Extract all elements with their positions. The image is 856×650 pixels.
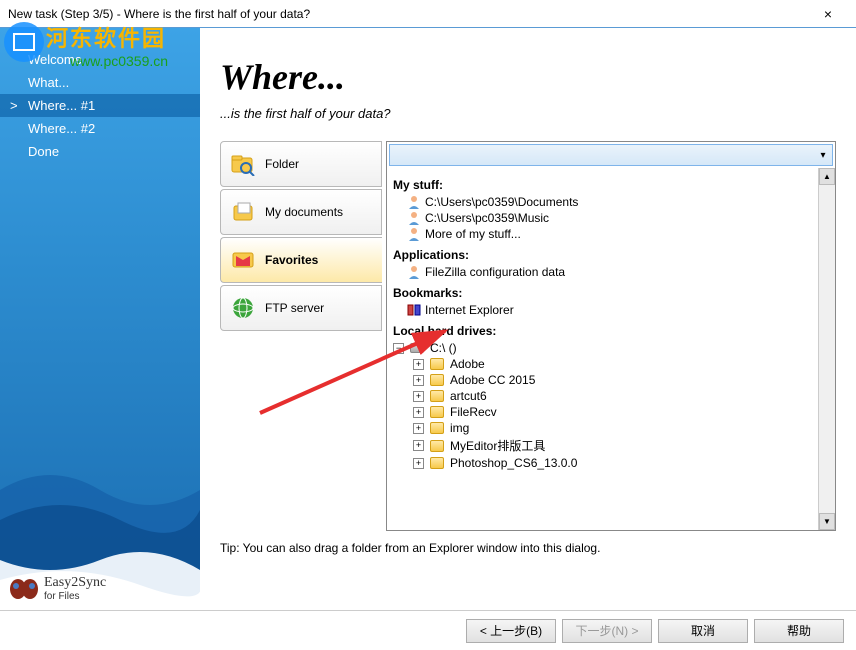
cancel-button[interactable]: 取消 bbox=[658, 619, 748, 643]
person-icon bbox=[407, 211, 421, 225]
sidebar-item-what[interactable]: What... bbox=[0, 71, 200, 94]
sidebar-item-where1[interactable]: Where... #1 bbox=[0, 94, 200, 117]
path-combo[interactable]: ▾ bbox=[389, 144, 833, 166]
main-area: Welcome What... Where... #1 Where... #2 … bbox=[0, 28, 856, 610]
content-panel: Where... ...is the first half of your da… bbox=[200, 28, 856, 610]
tabs-column: Folder My documents Favorites bbox=[220, 141, 382, 531]
section-mystuff: My stuff: bbox=[393, 178, 829, 192]
logo: Easy2Sync for Files bbox=[8, 575, 106, 602]
chevron-down-icon[interactable]: ▾ bbox=[814, 150, 832, 161]
folder-icon bbox=[430, 374, 444, 386]
footer: < 上一步(B) 下一步(N) > 取消 帮助 bbox=[0, 610, 856, 650]
section-applications: Applications: bbox=[393, 248, 829, 262]
folder-icon bbox=[430, 406, 444, 418]
tab-mydocuments[interactable]: My documents bbox=[220, 189, 382, 235]
documents-icon bbox=[229, 198, 257, 226]
tree-folder[interactable]: +img bbox=[413, 420, 829, 436]
expand-icon[interactable]: + bbox=[413, 375, 424, 386]
favorites-panel: ▾ My stuff: C:\Users\pc0359\Documents C:… bbox=[386, 141, 836, 531]
list-item[interactable]: More of my stuff... bbox=[393, 226, 829, 242]
sidebar-item-where2[interactable]: Where... #2 bbox=[0, 117, 200, 140]
tree-folder[interactable]: +MyEditor排版工具 bbox=[413, 436, 829, 455]
tab-folder[interactable]: Folder bbox=[220, 141, 382, 187]
logo-subtext: for Files bbox=[44, 591, 106, 602]
person-icon bbox=[407, 195, 421, 209]
tip-text: Tip: You can also drag a folder from an … bbox=[220, 541, 836, 555]
expand-icon[interactable]: + bbox=[413, 359, 424, 370]
folder-icon bbox=[430, 358, 444, 370]
scroll-up-icon[interactable]: ▲ bbox=[819, 168, 835, 185]
person-icon bbox=[407, 227, 421, 241]
tree-folder[interactable]: +Photoshop_CS6_13.0.0 bbox=[413, 455, 829, 471]
sidebar-item-welcome[interactable]: Welcome bbox=[0, 48, 200, 71]
globe-icon bbox=[229, 294, 257, 322]
tab-favorites[interactable]: Favorites bbox=[220, 237, 382, 283]
favorites-list[interactable]: My stuff: C:\Users\pc0359\Documents C:\U… bbox=[387, 168, 835, 530]
titlebar: New task (Step 3/5) - Where is the first… bbox=[0, 0, 856, 28]
expand-icon[interactable]: + bbox=[413, 423, 424, 434]
expand-icon[interactable]: + bbox=[413, 440, 424, 451]
help-button[interactable]: 帮助 bbox=[754, 619, 844, 643]
folder-icon bbox=[430, 390, 444, 402]
butterfly-icon bbox=[8, 576, 38, 602]
list-item[interactable]: Internet Explorer bbox=[393, 302, 829, 318]
page-subheading: ...is the first half of your data? bbox=[220, 106, 836, 121]
sidebar-item-done[interactable]: Done bbox=[0, 140, 200, 163]
expand-icon[interactable]: + bbox=[413, 391, 424, 402]
expand-icon[interactable]: + bbox=[413, 407, 424, 418]
page-heading: Where... bbox=[220, 56, 836, 98]
tab-label: FTP server bbox=[265, 301, 324, 315]
scrollbar[interactable]: ▲ ▼ bbox=[818, 168, 835, 530]
tab-label: Favorites bbox=[265, 253, 318, 267]
section-drives: Local hard drives: bbox=[393, 324, 829, 338]
drive-icon bbox=[410, 343, 424, 353]
tree-folder[interactable]: +artcut6 bbox=[413, 388, 829, 404]
logo-text: Easy2Sync bbox=[44, 575, 106, 591]
expand-icon[interactable]: + bbox=[413, 458, 424, 469]
tree-folder[interactable]: +Adobe bbox=[413, 356, 829, 372]
section-bookmarks: Bookmarks: bbox=[393, 286, 829, 300]
book-icon bbox=[407, 303, 421, 317]
folder-icon bbox=[430, 422, 444, 434]
tab-label: Folder bbox=[265, 157, 299, 171]
next-button: 下一步(N) > bbox=[562, 619, 652, 643]
tree-folder[interactable]: +Adobe CC 2015 bbox=[413, 372, 829, 388]
window-title: New task (Step 3/5) - Where is the first… bbox=[8, 7, 808, 21]
folder-icon bbox=[430, 457, 444, 469]
folder-icon bbox=[430, 440, 444, 452]
list-item[interactable]: C:\Users\pc0359\Documents bbox=[393, 194, 829, 210]
tree-drive[interactable]: −C:\ () bbox=[393, 340, 829, 356]
list-item[interactable]: FileZilla configuration data bbox=[393, 264, 829, 280]
tab-label: My documents bbox=[265, 205, 343, 219]
person-icon bbox=[407, 265, 421, 279]
sidebar: Welcome What... Where... #1 Where... #2 … bbox=[0, 28, 200, 610]
collapse-icon[interactable]: − bbox=[393, 343, 404, 354]
tab-ftp[interactable]: FTP server bbox=[220, 285, 382, 331]
back-button[interactable]: < 上一步(B) bbox=[466, 619, 556, 643]
favorites-icon bbox=[229, 246, 257, 274]
folder-search-icon bbox=[229, 150, 257, 178]
list-item[interactable]: C:\Users\pc0359\Music bbox=[393, 210, 829, 226]
tree-folder[interactable]: +FileRecv bbox=[413, 404, 829, 420]
close-button[interactable]: × bbox=[808, 0, 848, 28]
scroll-down-icon[interactable]: ▼ bbox=[819, 513, 835, 530]
